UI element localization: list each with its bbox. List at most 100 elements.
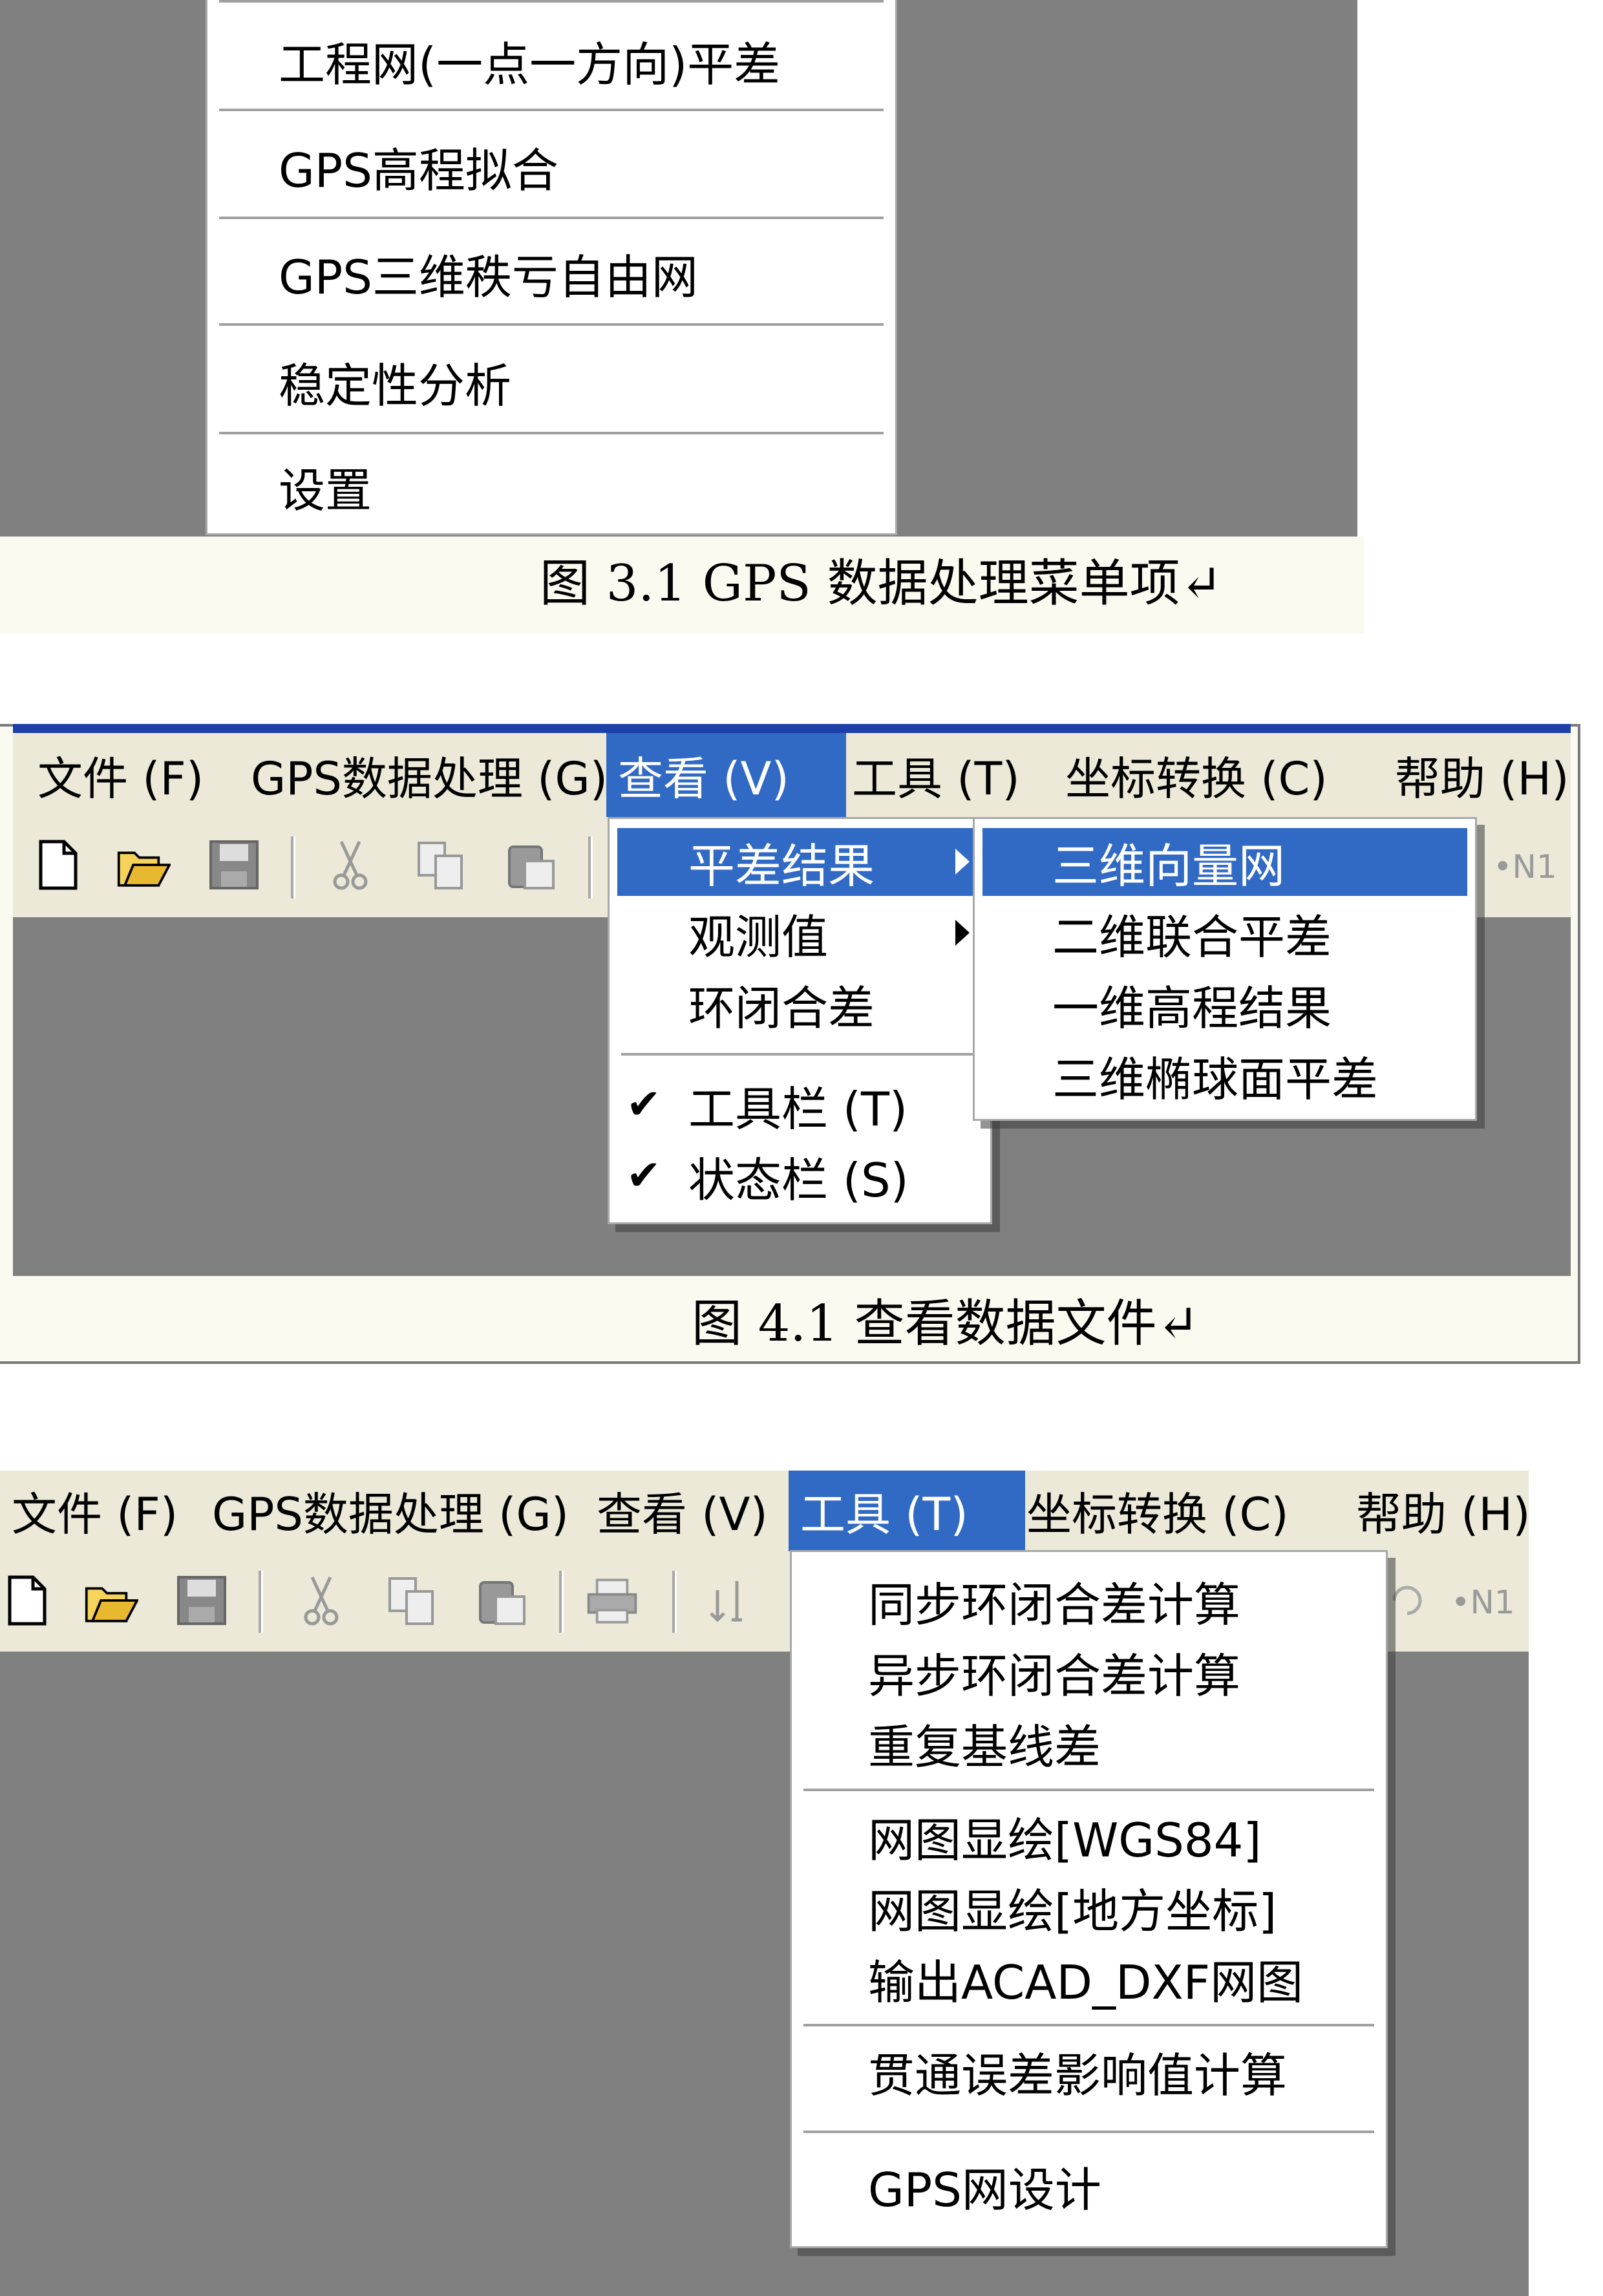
- menu-item-label: GPS网设计: [868, 2162, 1101, 2217]
- submenu-item-1d-height-results[interactable]: 一维高程结果: [975, 969, 1475, 1039]
- menu-item-label: 贯通误差影响值计算: [868, 2048, 1288, 2103]
- new-file-icon[interactable]: [31, 838, 85, 892]
- new-file-icon[interactable]: [0, 1573, 54, 1628]
- menu-separator: [803, 2131, 1374, 2133]
- adjustment-results-submenu: 三维向量网 二维联合平差 一维高程结果 三维椭球面平差: [973, 817, 1477, 1121]
- submenu-item-label: 二维联合平差: [1052, 909, 1332, 964]
- menu-item-label: 工程网(一点一方向)平差: [279, 37, 781, 92]
- menu-item-label: 重复基线差: [868, 1719, 1101, 1774]
- menu-item-label: 同步环闭合差计算: [868, 1577, 1241, 1632]
- menu-separator: [219, 0, 884, 3]
- menu-item-settings[interactable]: 设置: [207, 440, 895, 533]
- menu-item-label: 稳定性分析: [279, 358, 512, 413]
- toolbar-tail-label: •N1: [1451, 1584, 1515, 1621]
- menu-item-gps-3d-free-network[interactable]: GPS三维秩亏自由网: [207, 223, 895, 323]
- submenu-item-2d-joint-adjustment[interactable]: 二维联合平差: [975, 898, 1475, 968]
- open-folder-icon[interactable]: [84, 1573, 138, 1628]
- menu-item-statusbar[interactable]: ✔ 状态栏 (S): [610, 1141, 990, 1211]
- toolbar-separator: [259, 1571, 263, 1633]
- save-icon[interactable]: [175, 1573, 229, 1628]
- menu-item-label: 状态栏 (S): [688, 1153, 909, 1207]
- figure-3-1-caption: 图 3.1 GPS 数据处理菜单项↵: [540, 555, 1223, 613]
- cut-icon[interactable]: [323, 838, 377, 892]
- menu-item-loop-closure[interactable]: 环闭合差: [610, 969, 990, 1039]
- menu-file[interactable]: 文件 (F): [26, 733, 215, 817]
- menu-tools[interactable]: 工具 (T): [840, 733, 1032, 817]
- submenu-item-label: 三维椭球面平差: [1052, 1052, 1379, 1107]
- toolbar-separator: [291, 836, 295, 898]
- copy-icon[interactable]: [414, 838, 468, 892]
- undo-icon[interactable]: [1380, 1573, 1434, 1628]
- menu-item-gps-height-fitting[interactable]: GPS高程拟合: [207, 116, 895, 217]
- submenu-arrow-icon: [955, 849, 970, 875]
- paste-icon[interactable]: [475, 1573, 529, 1628]
- fig4-menubar: 文件 (F) GPS数据处理 (G) 查看 (V) 工具 (T) 坐标转换 (C…: [13, 733, 1571, 817]
- open-folder-icon[interactable]: [116, 838, 171, 892]
- save-icon[interactable]: [207, 838, 261, 892]
- menu-view[interactable]: 查看 (V): [585, 1471, 780, 1551]
- submenu-arrow-icon: [955, 920, 970, 946]
- menu-item-breakthrough-error[interactable]: 贯通误差影响值计算: [792, 2036, 1386, 2107]
- menu-separator: [219, 323, 884, 326]
- menu-item-label: GPS三维秩亏自由网: [279, 250, 698, 304]
- menu-coordinate-conversion[interactable]: 坐标转换 (C): [1015, 1471, 1300, 1551]
- menu-item-sync-loop-closure[interactable]: 同步环闭合差计算: [792, 1565, 1386, 1636]
- menu-view[interactable]: 查看 (V): [606, 733, 846, 817]
- fig5-menubar: 文件 (F) GPS数据处理 (G) 查看 (V) 工具 (T) 坐标转换 (C…: [0, 1471, 1531, 1551]
- menu-item-label: 网图显绘[WGS84]: [868, 1812, 1262, 1867]
- submenu-item-3d-vector-network[interactable]: 三维向量网: [982, 828, 1467, 896]
- cut-icon[interactable]: [294, 1573, 348, 1628]
- menu-gps-data-processing[interactable]: GPS数据处理 (G): [239, 733, 619, 817]
- checkmark-icon: ✔: [626, 1081, 661, 1129]
- menu-help[interactable]: 帮助 (H): [1344, 1471, 1542, 1551]
- checkmark-icon: ✔: [626, 1152, 661, 1200]
- menu-item-repeated-baseline[interactable]: 重复基线差: [792, 1707, 1386, 1778]
- toolbar-separator: [588, 836, 593, 898]
- submenu-item-label: 一维高程结果: [1052, 981, 1332, 1036]
- gps-processing-menu: 工程网(一点一方向)平差 GPS高程拟合 GPS三维秩亏自由网 稳定性分析 设置: [206, 0, 897, 535]
- menu-item-network-plot-local[interactable]: 网图显绘[地方坐标]: [792, 1871, 1386, 1942]
- menu-item-label: 网图显绘[地方坐标]: [868, 1884, 1277, 1939]
- menu-item-label: 异步环闭合差计算: [868, 1648, 1241, 1703]
- menu-file[interactable]: 文件 (F): [0, 1471, 189, 1551]
- print-icon[interactable]: [585, 1573, 639, 1628]
- toolbar-separator: [559, 1571, 564, 1633]
- menu-item-engineering-adjustment[interactable]: 工程网(一点一方向)平差: [207, 12, 895, 109]
- menu-tools[interactable]: 工具 (T): [789, 1471, 1025, 1551]
- view-dropdown-menu: 平差结果 观测值 环闭合差 ✔ 工具栏 (T) ✔ 状态栏 (S): [608, 817, 992, 1224]
- menu-item-observations[interactable]: 观测值: [610, 898, 990, 968]
- menu-separator: [621, 1053, 979, 1056]
- menu-item-export-acad-dxf[interactable]: 输出ACAD_DXF网图: [792, 1942, 1386, 2014]
- menu-item-stability-analysis[interactable]: 稳定性分析: [207, 330, 895, 433]
- figure-4-1-caption: 图 4.1 查看数据文件↵: [692, 1295, 1199, 1353]
- menu-item-label: 平差结果: [688, 839, 875, 893]
- menu-separator: [219, 432, 884, 434]
- paste-icon[interactable]: [504, 838, 558, 892]
- menu-item-label: 环闭合差: [688, 981, 875, 1036]
- tools-dropdown-menu: 同步环闭合差计算 异步环闭合差计算 重复基线差 网图显绘[WGS84] 网图显绘…: [790, 1550, 1388, 2248]
- menu-item-label: 设置: [279, 463, 372, 518]
- toolbar-separator: [672, 1571, 677, 1633]
- fig4-titlebar-edge: [13, 724, 1571, 733]
- menu-item-toolbar[interactable]: ✔ 工具栏 (T): [610, 1070, 990, 1140]
- copy-icon[interactable]: [385, 1573, 439, 1628]
- menu-item-async-loop-closure[interactable]: 异步环闭合差计算: [792, 1636, 1386, 1707]
- submenu-item-label: 三维向量网: [1052, 839, 1286, 893]
- menu-item-adjustment-results[interactable]: 平差结果: [617, 828, 982, 896]
- menu-item-label: GPS高程拟合: [279, 144, 558, 198]
- menu-separator: [219, 217, 884, 219]
- menu-coordinate-conversion[interactable]: 坐标转换 (C): [1054, 733, 1339, 817]
- menu-item-network-plot-wgs84[interactable]: 网图显绘[WGS84]: [792, 1800, 1386, 1871]
- menu-item-label: 观测值: [688, 909, 829, 964]
- submenu-item-3d-ellipsoid-adjustment[interactable]: 三维椭球面平差: [975, 1040, 1475, 1110]
- toolbar-tail-label: •N1: [1493, 848, 1557, 886]
- menu-item-label: 工具栏 (T): [688, 1081, 908, 1136]
- menu-item-gps-network-design[interactable]: GPS网设计: [792, 2143, 1386, 2227]
- menu-separator: [803, 1789, 1374, 1791]
- menu-item-label: 输出ACAD_DXF网图: [868, 1955, 1304, 2010]
- sort-icon[interactable]: [701, 1573, 756, 1628]
- menu-help[interactable]: 帮助 (H): [1383, 733, 1581, 817]
- menu-separator: [219, 109, 884, 111]
- menu-separator: [803, 2024, 1374, 2026]
- menu-gps-data-processing[interactable]: GPS数据处理 (G): [200, 1471, 580, 1551]
